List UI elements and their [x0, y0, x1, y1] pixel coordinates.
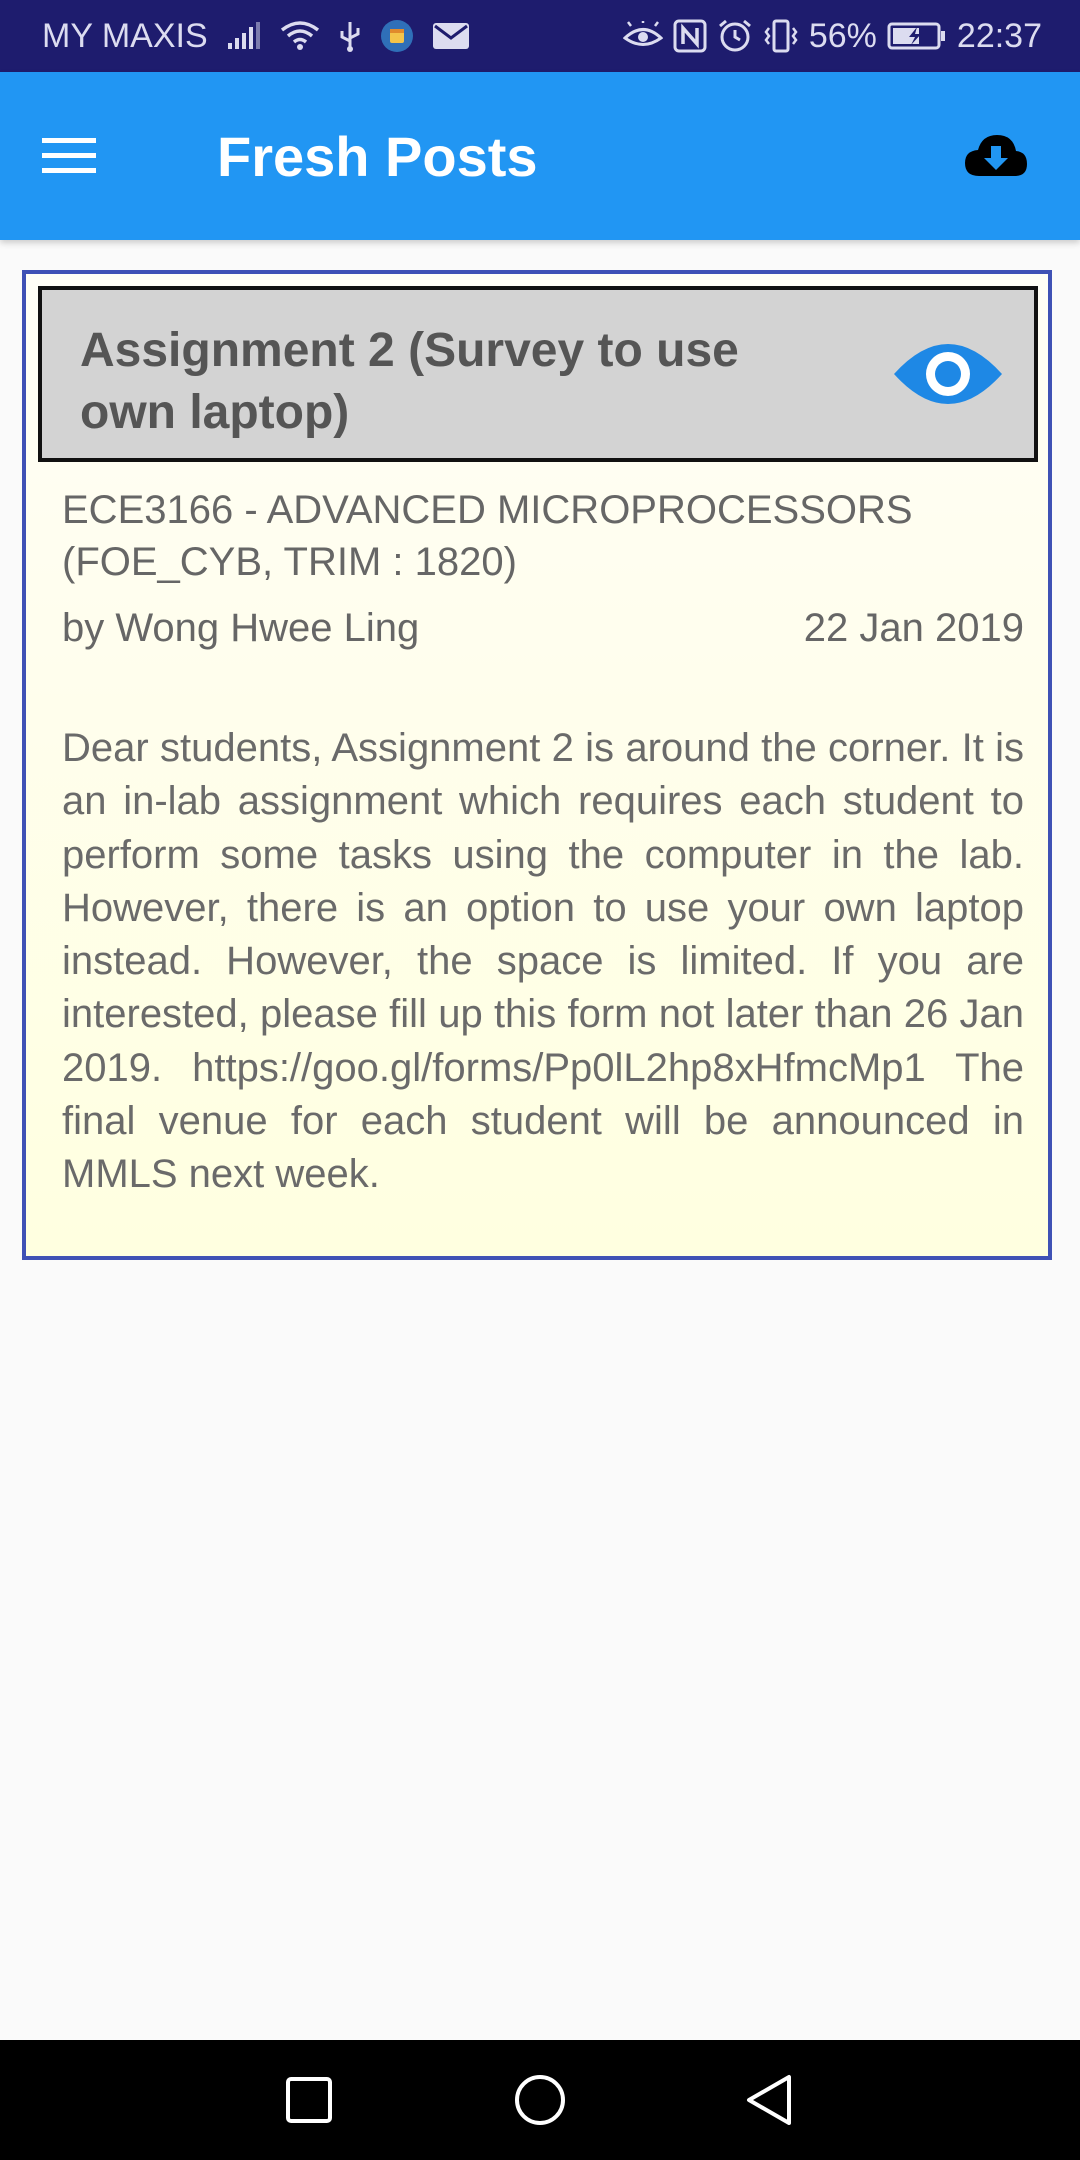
usb-icon — [338, 19, 362, 53]
status-bar: MY MAXIS 56% 22:37 — [0, 0, 1080, 72]
app-bar: Fresh Posts — [0, 72, 1080, 240]
post-title: Assignment 2 (Survey to use own laptop) — [80, 324, 739, 439]
eye-comfort-icon — [622, 21, 663, 51]
page-title: Fresh Posts — [217, 124, 538, 188]
back-button[interactable] — [724, 2060, 814, 2140]
wifi-icon — [280, 20, 320, 52]
battery-percent: 56% — [808, 16, 877, 55]
calendar-notification-icon — [380, 19, 414, 53]
signal-icon — [226, 21, 262, 51]
navigation-bar — [0, 2040, 1080, 2160]
battery-charging-icon — [887, 21, 947, 51]
vibrate-icon — [763, 19, 799, 53]
view-button[interactable] — [890, 332, 1006, 416]
post-author: by Wong Hwee Ling — [62, 605, 420, 650]
cloud-download-icon — [965, 135, 1027, 176]
status-right: 56% 22:37 — [622, 0, 1042, 72]
recents-button[interactable] — [264, 2060, 354, 2140]
nfc-icon — [673, 19, 707, 53]
hamburger-menu-icon — [42, 138, 96, 173]
eye-icon — [894, 344, 1002, 404]
mail-icon — [432, 21, 470, 51]
download-button[interactable] — [956, 124, 1036, 188]
triangle-back-icon — [747, 2075, 791, 2125]
post-card[interactable]: Assignment 2 (Survey to use own laptop) … — [22, 270, 1052, 1260]
home-button[interactable] — [495, 2060, 585, 2140]
author-row: by Wong Hwee Ling 22 Jan 2019 — [62, 600, 1024, 656]
status-left: MY MAXIS — [42, 0, 470, 72]
clock: 22:37 — [956, 16, 1042, 55]
post-date: 22 Jan 2019 — [803, 605, 1024, 650]
menu-button[interactable] — [40, 122, 128, 190]
square-recents-icon — [286, 2077, 332, 2123]
circle-home-icon — [515, 2075, 565, 2125]
post-body[interactable]: Dear students, Assignment 2 is around th… — [62, 722, 1024, 1202]
post-header: Assignment 2 (Survey to use own laptop) — [38, 286, 1038, 462]
alarm-icon — [717, 18, 753, 54]
course-name: ECE3166 - ADVANCED MICROPROCESSORS (FOE_… — [62, 488, 913, 584]
carrier-label: MY MAXIS — [42, 16, 208, 55]
